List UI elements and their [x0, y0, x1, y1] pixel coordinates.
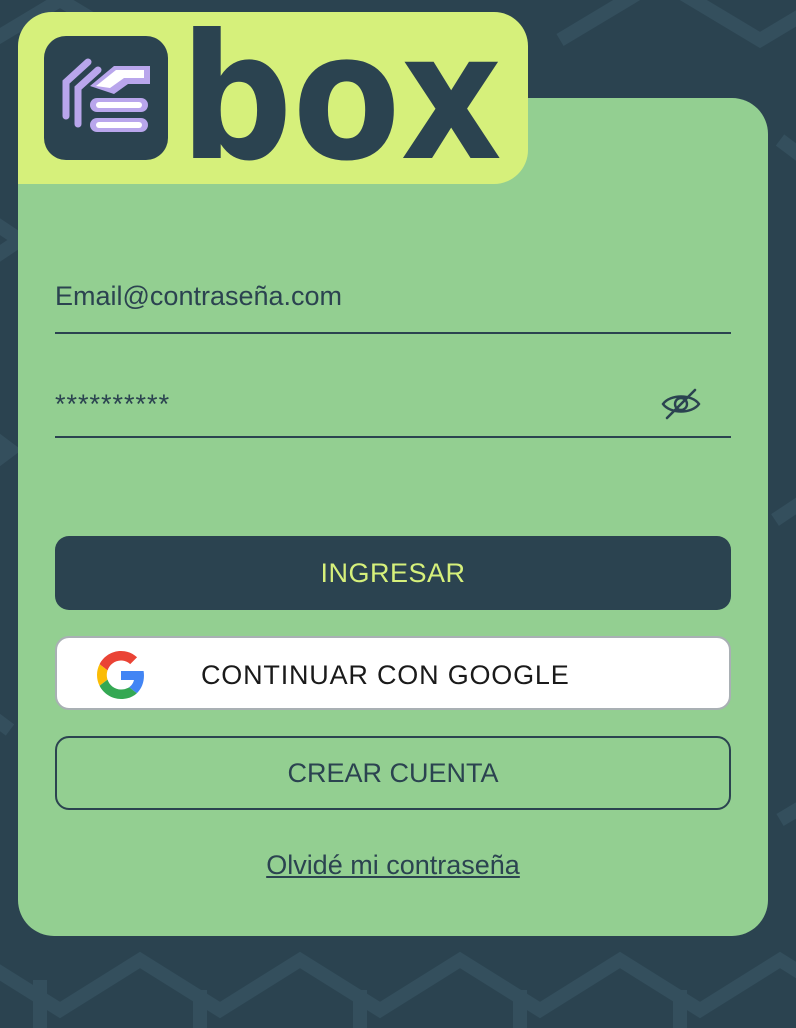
logo-wordmark-text: box: [180, 26, 502, 166]
google-g-icon: [97, 651, 144, 699]
create-account-label: CREAR CUENTA: [287, 757, 499, 788]
box-logo-wordmark: box: [180, 26, 502, 166]
box-logo-mark-icon: [44, 36, 168, 160]
email-field: [55, 270, 731, 334]
google-signin-button[interactable]: CONTINUAR CON GOOGLE: [55, 636, 731, 710]
eye-slash-icon[interactable]: [659, 384, 703, 424]
login-button[interactable]: INGRESAR: [55, 536, 731, 610]
password-input[interactable]: [55, 382, 655, 426]
login-card: [18, 98, 768, 936]
forgot-password-link[interactable]: Olvidé mi contraseña: [0, 850, 786, 881]
google-button-label: CONTINUAR CON GOOGLE: [201, 660, 570, 690]
login-button-label: INGRESAR: [320, 557, 466, 588]
password-field: [55, 380, 731, 438]
create-account-button[interactable]: CREAR CUENTA: [55, 736, 731, 810]
email-input[interactable]: [55, 274, 655, 318]
